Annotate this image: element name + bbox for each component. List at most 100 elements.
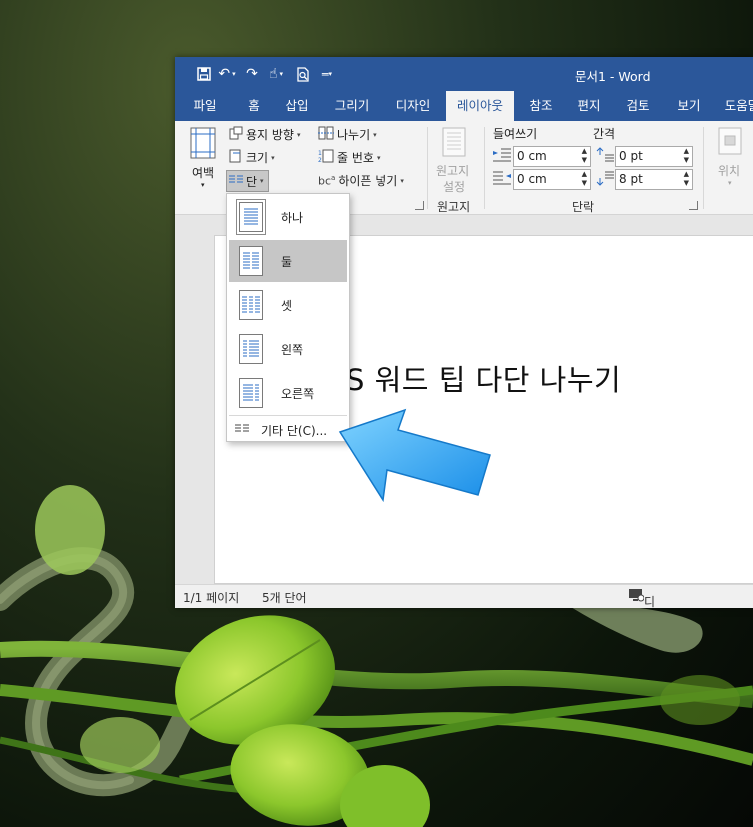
more-columns-label: 기타 단(C)... [261,424,328,438]
print-preview-icon[interactable] [289,65,317,83]
paragraph-launcher-icon[interactable] [689,201,698,210]
breaks-button[interactable]: 나누기 ▾ [318,126,377,143]
group-separator [484,127,485,209]
breaks-label: 나누기 [337,128,371,142]
columns-option-three[interactable]: 셋 [229,284,347,326]
save-icon[interactable] [195,65,213,83]
manuscript-label-2: 설정 [443,180,466,194]
hyphenation-button[interactable]: bca 하이픈 넣기 ▾ [318,172,404,189]
two-columns-icon [239,246,263,276]
margins-button[interactable]: 여백 ▾ [187,127,219,191]
word-count[interactable]: 5개 단어 [262,589,307,606]
spinner-arrows-icon[interactable]: ▲ ▼ [582,170,587,188]
breaks-icon [318,126,334,143]
orientation-icon [229,126,243,143]
right-column-icon [239,378,263,408]
title-bar: ↶ ▾ ↷ ☝ ▾ ═ ▾ 문서1 - Word [175,57,753,91]
spinner-arrows-icon[interactable]: ▲ ▼ [684,170,689,188]
svg-text:1: 1 [318,150,322,157]
customize-toolbar-icon[interactable]: ═ ▾ [317,65,337,83]
indent-left-input[interactable]: 0 cm ▲ ▼ [513,146,591,167]
columns-option-two[interactable]: 둘 [229,240,347,282]
spacing-after-icon [596,170,614,189]
manuscript-settings-button[interactable]: 원고지 설정 [433,127,475,195]
indent-right-value: 0 cm [517,172,547,186]
three-columns-icon [239,290,263,320]
group-separator [427,127,428,209]
one-column-icon [236,199,266,235]
margins-label: 여백 [192,166,215,180]
tab-layout[interactable]: 레이아웃 [446,91,514,121]
display-settings-label: 디스플레이 설정 [644,595,656,608]
touch-mode-icon[interactable]: ☝ ▾ [263,65,289,83]
indent-left-icon [493,148,511,165]
size-button[interactable]: 크기 ▾ [229,149,275,166]
tab-view[interactable]: 보기 [669,91,709,121]
tab-help[interactable]: 도움말 [717,91,753,121]
manuscript-icon [442,127,466,157]
tab-insert[interactable]: 삽입 [277,91,317,121]
indent-right-input[interactable]: 0 cm ▲ ▼ [513,169,591,190]
margins-icon [190,127,216,159]
hyphenation-label: 하이픈 넣기 [338,174,398,188]
document-text: S 워드 팁 다단 나누기 [346,363,622,397]
line-numbers-icon: 12 [318,149,334,166]
tab-draw[interactable]: 그리기 [326,91,378,121]
position-label: 위치 [718,164,741,178]
columns-option-right[interactable]: 오른쪽 [229,372,347,414]
paragraph-group-label: 단락 [572,200,595,214]
spacing-before-input[interactable]: 0 pt ▲ ▼ [615,146,693,167]
spacing-before-value: 0 pt [619,149,643,163]
group-separator [703,127,704,209]
spinner-arrows-icon[interactable]: ▲ ▼ [582,147,587,165]
tab-file[interactable]: 파일 [185,91,225,121]
indent-label: 들여쓰기 [493,127,538,141]
columns-option-label: 둘 [281,255,293,269]
spacing-label: 간격 [593,127,616,141]
position-dropdown-icon: ▾ [728,179,732,187]
columns-label: 단 [246,174,258,189]
columns-dropdown-menu: 하나 둘 셋 왼쪽 오른쪽 기타 단(C)... [226,193,350,442]
columns-option-left[interactable]: 왼쪽 [229,328,347,370]
manuscript-label-1: 원고지 [436,164,470,178]
spacing-before-icon [596,147,614,166]
columns-button[interactable]: 단 ▾ [226,170,269,192]
tab-home[interactable]: 홈 [235,91,273,121]
menu-divider [229,415,347,416]
columns-option-one[interactable]: 하나 [229,196,347,238]
line-numbers-button[interactable]: 12 줄 번호 ▾ [318,149,380,166]
orientation-button[interactable]: 용지 방향 ▾ [229,126,301,143]
page-setup-launcher-icon[interactable] [415,201,424,210]
indent-right-icon [493,171,511,188]
undo-icon[interactable]: ↶ ▾ [213,65,241,83]
more-columns-button[interactable]: 기타 단(C)... [229,418,347,440]
tab-design[interactable]: 디자인 [388,91,438,121]
svg-text:2: 2 [318,157,322,163]
orientation-label: 용지 방향 [246,128,294,142]
manuscript-group-label: 원고지 [437,200,471,214]
display-settings-icon [629,589,645,602]
more-columns-icon [235,423,249,437]
columns-option-label: 하나 [281,211,304,225]
size-label: 크기 [246,151,269,165]
indent-left-value: 0 cm [517,149,547,163]
tab-review[interactable]: 검토 [618,91,658,121]
quick-access-toolbar: ↶ ▾ ↷ ☝ ▾ ═ ▾ [195,65,337,83]
margins-dropdown-icon: ▾ [201,181,205,189]
display-settings-button[interactable]: 디스플레이 설정 [629,589,655,608]
columns-option-label: 오른쪽 [281,387,315,401]
ribbon-tabs: 파일 홈 삽입 그리기 디자인 레이아웃 참조 편지 검토 보기 도움말 [175,91,753,121]
tab-references[interactable]: 참조 [521,91,561,121]
line-numbers-label: 줄 번호 [337,151,374,165]
spacing-after-input[interactable]: 8 pt ▲ ▼ [615,169,693,190]
spacing-after-value: 8 pt [619,172,643,186]
spinner-arrows-icon[interactable]: ▲ ▼ [684,147,689,165]
position-button[interactable]: 위치 ▾ [715,127,749,193]
tab-mailings[interactable]: 편지 [569,91,609,121]
redo-icon[interactable]: ↷ [241,65,263,83]
size-icon [229,149,243,166]
hyphenation-icon: bca [318,173,336,188]
page-count[interactable]: 1/1 페이지 [183,589,239,606]
left-column-icon [239,334,263,364]
position-icon [718,127,742,155]
